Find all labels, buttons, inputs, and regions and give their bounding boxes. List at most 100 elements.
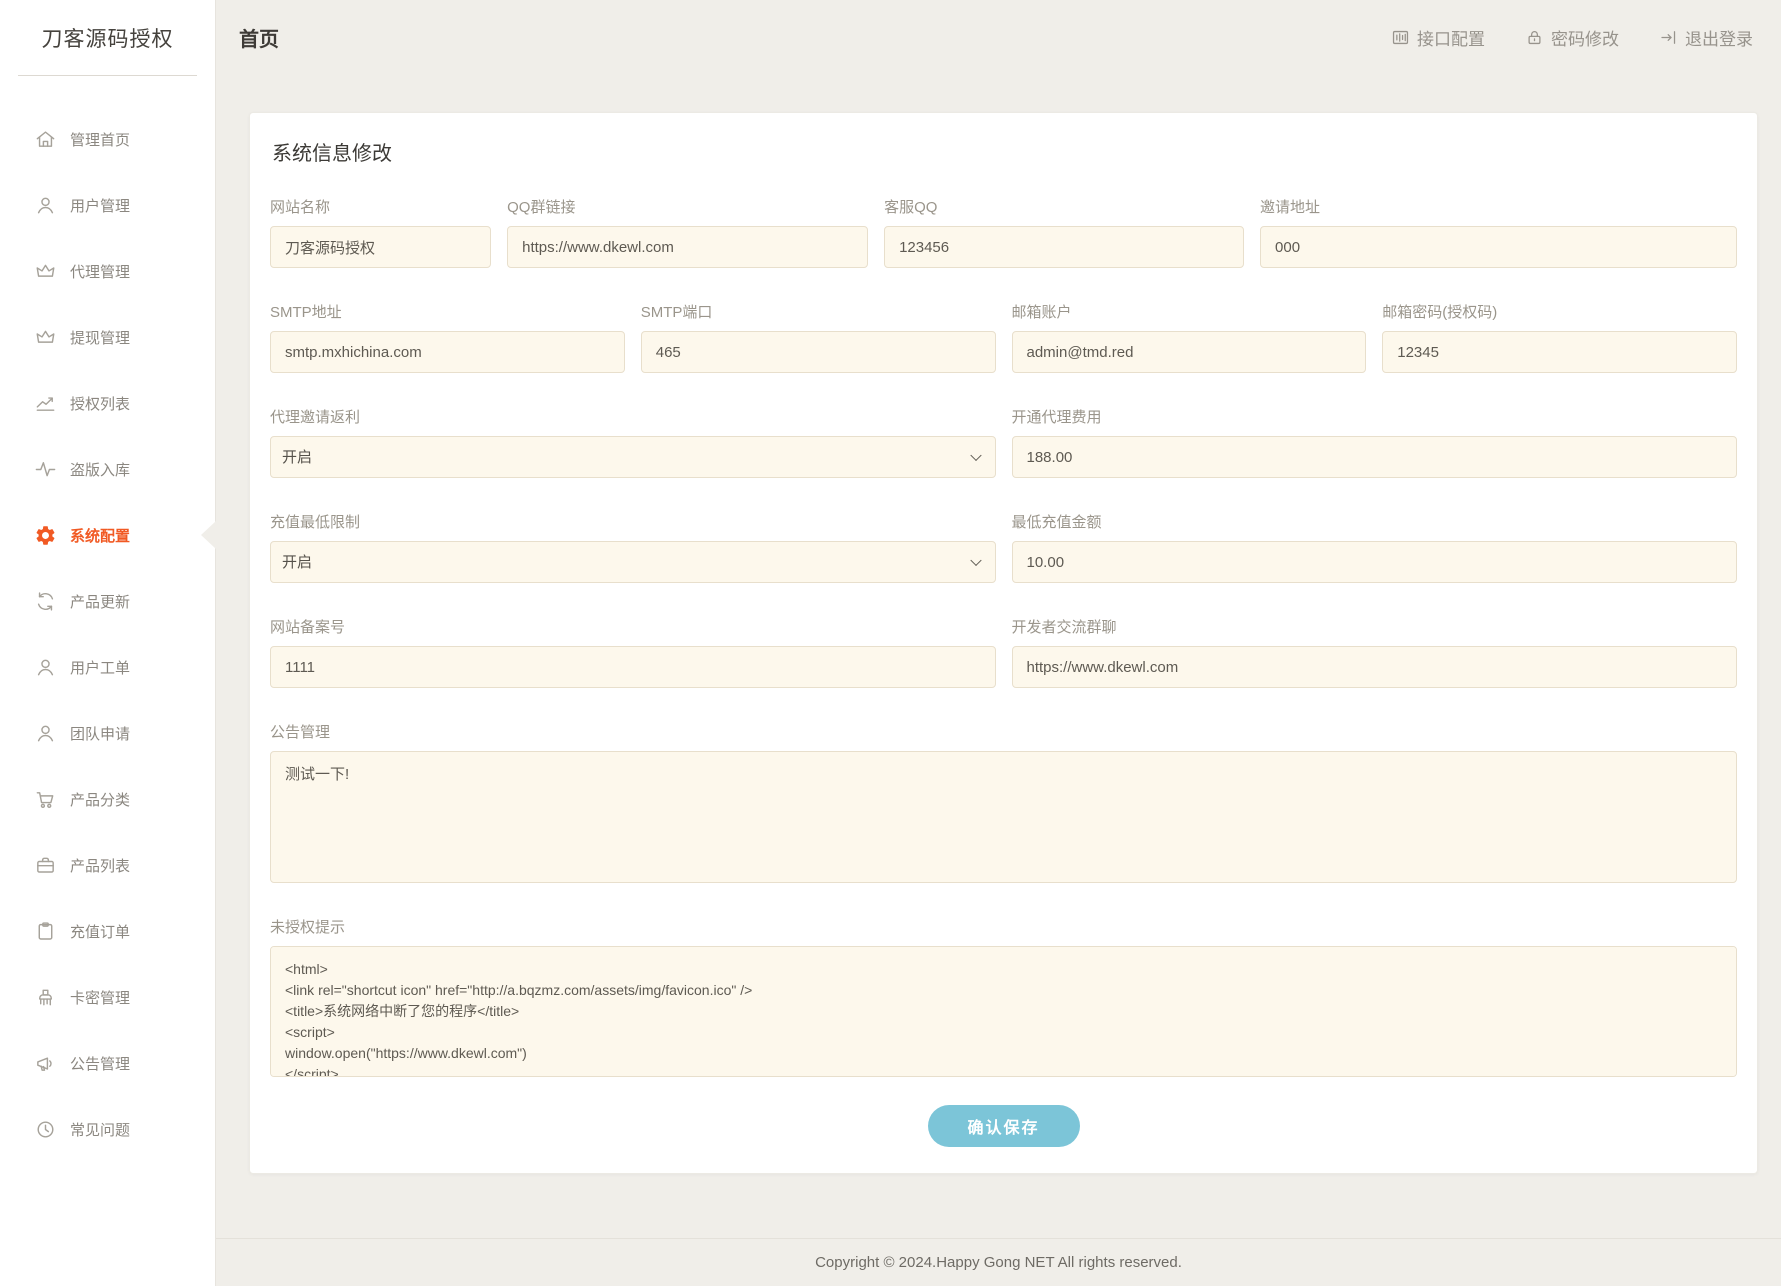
agent-invite-rebate-select-wrap: 开启 <box>270 436 996 478</box>
brush-icon <box>33 985 57 1009</box>
field-agent-invite-rebate: 代理邀请返利 开启 <box>270 406 996 478</box>
service-qq-label: 客服QQ <box>884 196 1244 217</box>
field-developer-group: 开发者交流群聊 <box>1012 616 1738 688</box>
sidebar-item-label: 用户工单 <box>70 657 130 678</box>
developer-group-input[interactable] <box>1012 646 1738 688</box>
invite-address-input[interactable] <box>1260 226 1737 268</box>
field-site-name: 网站名称 <box>270 196 491 268</box>
logout-link[interactable]: 退出登录 <box>1659 25 1753 50</box>
field-service-qq: 客服QQ <box>884 196 1244 268</box>
field-agent-open-fee: 开通代理费用 <box>1012 406 1738 478</box>
site-name-input[interactable] <box>270 226 491 268</box>
sidebar-item-label: 授权列表 <box>70 393 130 414</box>
home-icon <box>33 127 57 151</box>
sidebar-item-label: 用户管理 <box>70 195 130 216</box>
pulse-icon <box>33 457 57 481</box>
clipboard-icon <box>33 919 57 943</box>
smtp-port-input[interactable] <box>641 331 996 373</box>
developer-group-label: 开发者交流群聊 <box>1012 616 1738 637</box>
recharge-min-limit-label: 充值最低限制 <box>270 511 996 532</box>
form-title: 系统信息修改 <box>272 137 1735 166</box>
mail-password-input[interactable] <box>1382 331 1737 373</box>
sidebar-item-system-config[interactable]: 系统配置 <box>0 502 215 568</box>
sidebar-item-recharge-order[interactable]: 充值订单 <box>0 898 215 964</box>
icp-number-label: 网站备案号 <box>270 616 996 637</box>
unauthorized-tip-textarea[interactable] <box>270 946 1737 1077</box>
crown-icon <box>33 259 57 283</box>
save-button[interactable]: 确认保存 <box>928 1105 1080 1147</box>
field-recharge-min-limit: 充值最低限制 开启 <box>270 511 996 583</box>
form-row-2: SMTP地址 SMTP端口 邮箱账户 邮箱密码(授权码) <box>270 301 1737 373</box>
header: 首页 接口配置 密码修改 退出登录 <box>216 0 1781 75</box>
cart-icon <box>33 787 57 811</box>
sidebar-item-product-list[interactable]: 产品列表 <box>0 832 215 898</box>
sidebar-item-announcement-manage[interactable]: 公告管理 <box>0 1030 215 1096</box>
sidebar-item-label: 产品分类 <box>70 789 130 810</box>
lock-icon <box>1525 28 1544 47</box>
icp-number-input[interactable] <box>270 646 996 688</box>
sidebar-item-agent-manage[interactable]: 代理管理 <box>0 238 215 304</box>
sidebar: 刀客源码授权 管理首页用户管理代理管理提现管理授权列表盗版入库系统配置产品更新用… <box>0 0 216 1286</box>
field-smtp-host: SMTP地址 <box>270 301 625 373</box>
crown-icon <box>33 325 57 349</box>
api-config-label: 接口配置 <box>1417 25 1485 50</box>
recharge-min-limit-select-wrap: 开启 <box>270 541 996 583</box>
sidebar-item-faq[interactable]: 常见问题 <box>0 1096 215 1162</box>
page-title: 首页 <box>239 23 279 52</box>
field-mail-account: 邮箱账户 <box>1012 301 1367 373</box>
sidebar-item-label: 团队申请 <box>70 723 130 744</box>
qq-group-link-label: QQ群链接 <box>507 196 868 217</box>
briefcase-icon <box>33 853 57 877</box>
sidebar-item-label: 公告管理 <box>70 1053 130 1074</box>
sidebar-item-product-update[interactable]: 产品更新 <box>0 568 215 634</box>
smtp-host-input[interactable] <box>270 331 625 373</box>
sidebar-item-user-ticket[interactable]: 用户工单 <box>0 634 215 700</box>
field-recharge-min-amount: 最低充值金额 <box>1012 511 1738 583</box>
form-row-1: 网站名称 QQ群链接 客服QQ 邀请地址 <box>270 196 1737 268</box>
sidebar-menu: 管理首页用户管理代理管理提现管理授权列表盗版入库系统配置产品更新用户工单团队申请… <box>0 76 215 1162</box>
sidebar-item-withdraw-manage[interactable]: 提现管理 <box>0 304 215 370</box>
sidebar-item-label: 卡密管理 <box>70 987 130 1008</box>
api-config-link[interactable]: 接口配置 <box>1391 25 1485 50</box>
sidebar-item-team-apply[interactable]: 团队申请 <box>0 700 215 766</box>
megaphone-icon <box>33 1051 57 1075</box>
api-config-icon <box>1391 28 1410 47</box>
user-icon <box>33 721 57 745</box>
sidebar-item-label: 盗版入库 <box>70 459 130 480</box>
change-password-label: 密码修改 <box>1551 25 1619 50</box>
logout-icon <box>1659 28 1678 47</box>
mail-account-label: 邮箱账户 <box>1012 301 1367 322</box>
clock-icon <box>33 1117 57 1141</box>
field-invite-address: 邀请地址 <box>1260 196 1737 268</box>
sidebar-item-product-category[interactable]: 产品分类 <box>0 766 215 832</box>
content: 系统信息修改 网站名称 QQ群链接 客服QQ 邀请地址 <box>216 75 1781 1174</box>
sidebar-item-label: 管理首页 <box>70 129 130 150</box>
agent-open-fee-input[interactable] <box>1012 436 1738 478</box>
header-actions: 接口配置 密码修改 退出登录 <box>1391 25 1753 50</box>
qq-group-link-input[interactable] <box>507 226 868 268</box>
mail-account-input[interactable] <box>1012 331 1367 373</box>
recharge-min-amount-input[interactable] <box>1012 541 1738 583</box>
sidebar-item-manage-home[interactable]: 管理首页 <box>0 106 215 172</box>
agent-invite-rebate-select[interactable]: 开启 <box>270 436 996 478</box>
logout-label: 退出登录 <box>1685 25 1753 50</box>
field-icp-number: 网站备案号 <box>270 616 996 688</box>
unauthorized-tip-label: 未授权提示 <box>270 916 1737 937</box>
recharge-min-limit-select[interactable]: 开启 <box>270 541 996 583</box>
sidebar-item-user-manage[interactable]: 用户管理 <box>0 172 215 238</box>
site-name-label: 网站名称 <box>270 196 491 217</box>
field-unauthorized-tip: 未授权提示 <box>270 916 1737 1077</box>
main-area: 首页 接口配置 密码修改 退出登录 系 <box>216 0 1781 1286</box>
sidebar-item-license-list[interactable]: 授权列表 <box>0 370 215 436</box>
field-smtp-port: SMTP端口 <box>641 301 996 373</box>
invite-address-label: 邀请地址 <box>1260 196 1737 217</box>
sidebar-item-label: 充值订单 <box>70 921 130 942</box>
field-qq-group-link: QQ群链接 <box>507 196 868 268</box>
sidebar-item-pirate-store[interactable]: 盗版入库 <box>0 436 215 502</box>
service-qq-input[interactable] <box>884 226 1244 268</box>
change-password-link[interactable]: 密码修改 <box>1525 25 1619 50</box>
announcement-textarea[interactable] <box>270 751 1737 883</box>
sidebar-item-card-key-manage[interactable]: 卡密管理 <box>0 964 215 1030</box>
sidebar-item-label: 产品列表 <box>70 855 130 876</box>
smtp-port-label: SMTP端口 <box>641 301 996 322</box>
